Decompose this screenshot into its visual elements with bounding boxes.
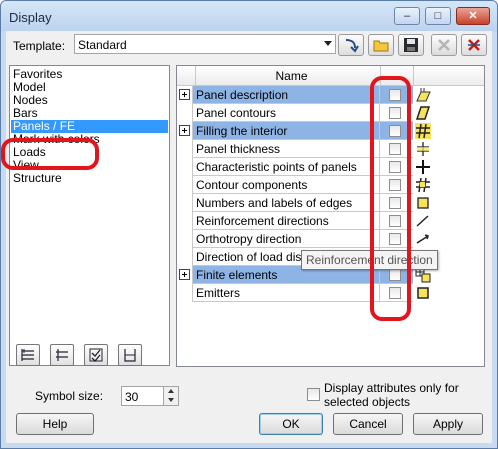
grid-row-panel-description[interactable]: Panel description — [177, 86, 484, 104]
uncheck-all-icon — [124, 349, 136, 362]
save-template-button[interactable] — [398, 34, 424, 56]
column-header-name: Name — [275, 69, 308, 83]
display-attributes-checkbox[interactable] — [307, 388, 320, 401]
emitters-icon — [414, 284, 432, 302]
expand-icon[interactable] — [179, 89, 190, 100]
close-button[interactable]: ✕ — [456, 7, 490, 25]
window-title: Display — [9, 10, 52, 25]
collapse-tree-icon — [56, 349, 68, 361]
template-dropdown[interactable]: Standard — [74, 34, 336, 54]
display-attributes-label-line2: selected objects — [324, 395, 411, 409]
open-folder-icon — [373, 40, 389, 52]
highlight-panels-fe — [1, 138, 99, 170]
open-template-button[interactable] — [368, 34, 394, 56]
row-name: Characteristic points of panels — [192, 158, 380, 176]
check-all-button[interactable] — [84, 344, 108, 366]
grid-row-panel-contours[interactable]: Panel contours — [177, 104, 484, 122]
highlight-checkbox-column — [370, 76, 411, 321]
cancel-button[interactable]: Cancel — [333, 413, 403, 435]
grid-row-emitters[interactable]: Emitters — [177, 284, 484, 302]
grid-row-characteristic-points[interactable]: Characteristic points of panels — [177, 158, 484, 176]
minimize-icon: – — [403, 10, 411, 22]
symbol-size-value: 30 — [125, 390, 139, 404]
category-structure[interactable]: Structure — [13, 172, 62, 185]
edge-labels-icon — [414, 194, 432, 212]
orthotropy-icon — [414, 230, 432, 248]
save-icon — [404, 38, 418, 52]
maximize-icon: □ — [434, 10, 442, 22]
display-dialog: Display – □ ✕ Template: Standard Favorit… — [0, 0, 498, 449]
grid-row-contour-components[interactable]: Contour components — [177, 176, 484, 194]
apply-template-button[interactable] — [338, 34, 364, 56]
symbol-size-label: Symbol size: — [35, 389, 104, 403]
row-name: Emitters — [192, 284, 380, 302]
delete-icon — [438, 39, 450, 51]
grid-row-edge-labels[interactable]: Numbers and labels of edges — [177, 194, 484, 212]
title-bar[interactable]: Display – □ ✕ — [1, 1, 497, 31]
row-name: Panel description — [192, 86, 380, 104]
grid-header: Name — [177, 66, 484, 86]
clear-icon — [468, 39, 480, 51]
contour-components-icon — [414, 176, 432, 194]
expand-icon[interactable] — [179, 125, 190, 136]
template-value: Standard — [78, 38, 127, 52]
display-attributes-label-line1: Display attributes only for — [324, 381, 459, 395]
grid-row-filling-interior[interactable]: Filling the interior — [177, 122, 484, 140]
thickness-icon — [414, 140, 432, 158]
row-name: Filling the interior — [192, 122, 380, 140]
expand-tree-icon — [21, 349, 34, 361]
apply-template-icon — [345, 39, 359, 53]
row-name: Panel contours — [192, 104, 380, 122]
panel-description-icon — [414, 86, 432, 104]
expand-all-button[interactable] — [16, 344, 40, 366]
delete-template-button[interactable] — [431, 34, 457, 56]
row-name: Numbers and labels of edges — [192, 194, 380, 212]
panel-contours-icon — [414, 104, 432, 122]
dialog-body: Template: Standard Favorites Model Nodes… — [6, 31, 492, 443]
maximize-button[interactable]: □ — [425, 7, 451, 25]
uncheck-all-button[interactable] — [118, 344, 142, 366]
row-name: Contour components — [192, 176, 380, 194]
row-name: Reinforcement directions — [192, 212, 380, 230]
collapse-all-button[interactable] — [50, 344, 74, 366]
attribute-grid: Name Panel description Panel contours Fi… — [176, 65, 485, 367]
reinforcement-icon — [414, 212, 432, 230]
row-name: Orthotropy direction — [192, 230, 380, 248]
clear-template-button[interactable] — [461, 34, 487, 56]
points-icon — [414, 158, 432, 176]
grid-row-reinforcement-directions[interactable]: Reinforcement directions — [177, 212, 484, 230]
ok-button[interactable]: OK — [259, 413, 323, 435]
row-name: Panel thickness — [192, 140, 380, 158]
symbol-size-stepper[interactable]: 30 — [121, 386, 179, 406]
spin-down-icon[interactable] — [163, 396, 178, 405]
chevron-down-icon — [324, 41, 332, 46]
category-list[interactable]: Favorites Model Nodes Bars Panels / FE M… — [9, 65, 170, 366]
hatch-icon — [414, 122, 432, 140]
expand-icon[interactable] — [179, 269, 190, 280]
template-label: Template: — [13, 39, 66, 53]
minimize-button[interactable]: – — [394, 7, 420, 25]
apply-button[interactable]: Apply — [413, 413, 483, 435]
check-all-icon — [89, 348, 103, 362]
close-icon: ✕ — [468, 10, 478, 22]
grid-row-panel-thickness[interactable]: Panel thickness — [177, 140, 484, 158]
grid-row-orthotropy-direction[interactable]: Orthotropy direction — [177, 230, 484, 248]
help-button[interactable]: Help — [16, 413, 94, 435]
